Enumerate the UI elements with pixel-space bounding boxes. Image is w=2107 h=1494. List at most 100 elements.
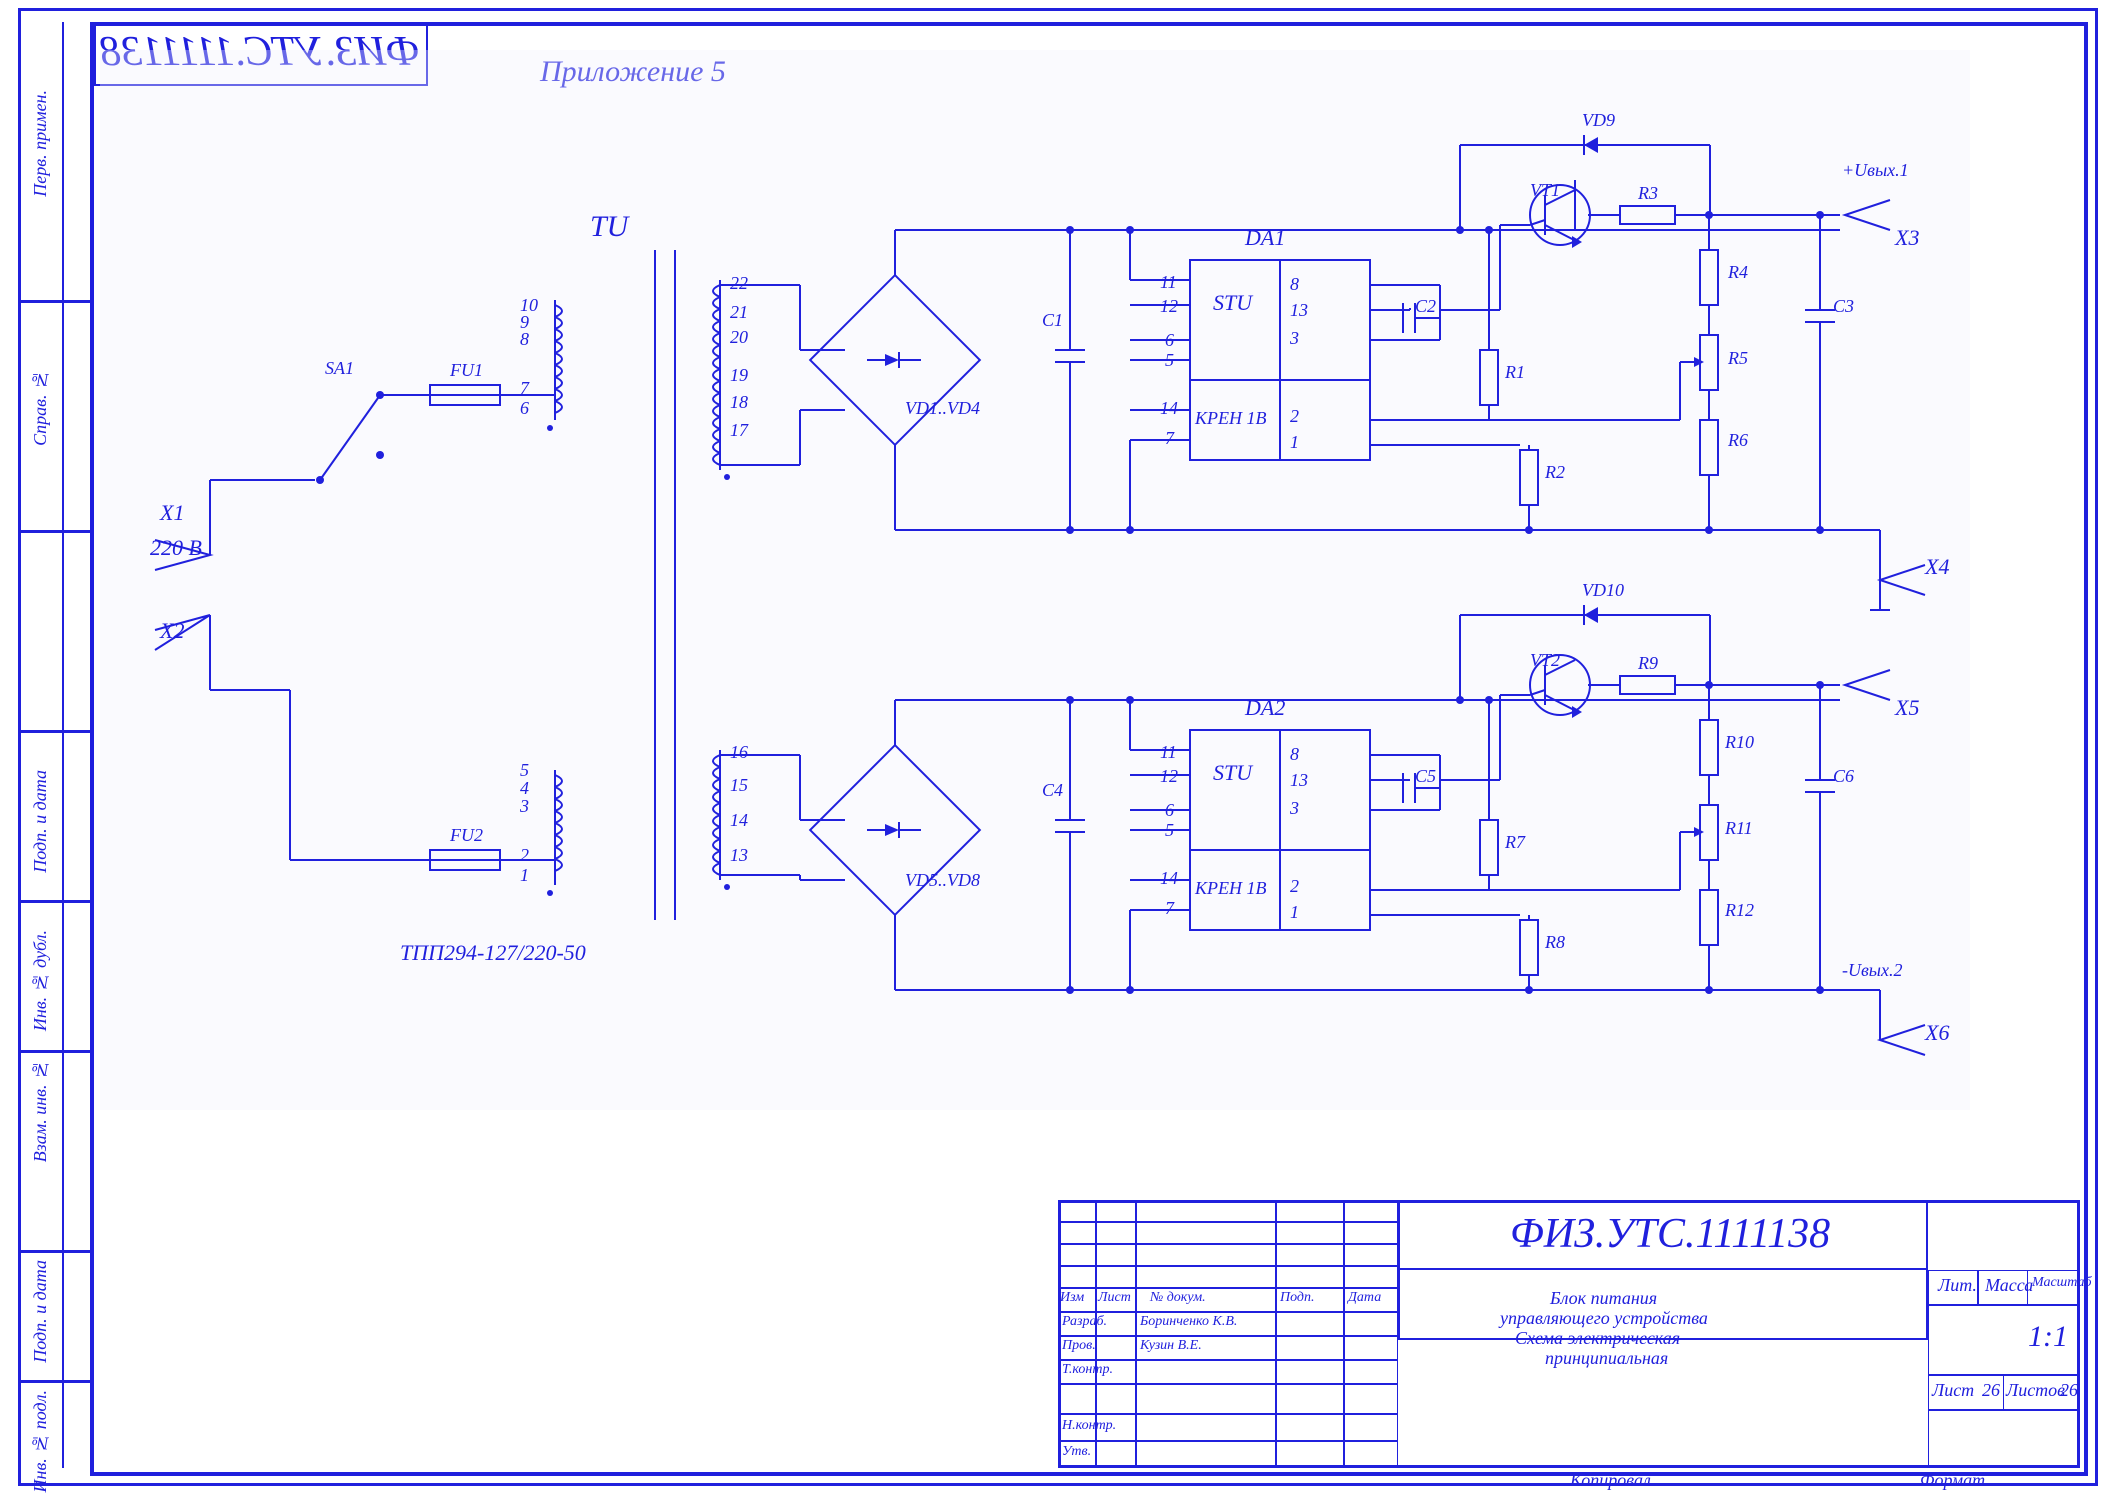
label-r5: R5 xyxy=(1728,348,1748,369)
label-r12: R12 xyxy=(1725,900,1754,921)
label-tu: TU xyxy=(590,210,628,244)
da2-rp3: 2 xyxy=(1290,876,1299,897)
drawing-page: Перв. примен. Справ. № Подп. и дата Инв.… xyxy=(0,0,2107,1494)
label-c4: C4 xyxy=(1042,780,1063,801)
label-uout1: +Uвых.1 xyxy=(1842,160,1909,181)
label-x6: X6 xyxy=(1925,1020,1949,1046)
label-c2: C2 xyxy=(1415,296,1436,317)
label-r8: R8 xyxy=(1545,932,1565,953)
label-vd9: VD9 xyxy=(1582,110,1615,131)
da2-lp5: 7 xyxy=(1165,898,1174,919)
side-sep-1 xyxy=(20,300,90,303)
label-x5: X5 xyxy=(1895,695,1919,721)
tb-listov-n: 26 xyxy=(2060,1380,2078,1401)
da2-rp4: 1 xyxy=(1290,902,1299,923)
label-r9: R9 xyxy=(1638,653,1658,674)
side-label-1: Перв. примен. xyxy=(30,90,51,197)
da1-lp2: 6 xyxy=(1165,330,1174,351)
pin-s17: 17 xyxy=(730,420,748,441)
label-r3: R3 xyxy=(1638,183,1658,204)
label-da2-kren: КРЕН 1В xyxy=(1195,878,1266,899)
label-da1-stu: STU xyxy=(1213,290,1252,316)
label-transf-model: ТПП294-127/220-50 xyxy=(400,940,586,966)
label-x3: X3 xyxy=(1895,225,1919,251)
tb-r4c1: Т.контр. xyxy=(1062,1362,1113,1378)
da2-rp1: 13 xyxy=(1290,770,1308,791)
label-220v: 220 В xyxy=(150,535,202,561)
label-r4: R4 xyxy=(1728,262,1748,283)
da2-rp0: 8 xyxy=(1290,744,1299,765)
tb-r1c2: Лист xyxy=(1098,1290,1131,1306)
pin-p1: 1 xyxy=(520,865,529,886)
tb-scale: 1:1 xyxy=(2028,1320,2068,1354)
side-label-3: Подп. и дата xyxy=(30,770,51,873)
da1-rp0: 8 xyxy=(1290,274,1299,295)
side-label-6: Подп. и дата xyxy=(30,1260,51,1363)
label-c5: C5 xyxy=(1415,766,1436,787)
label-c3: C3 xyxy=(1833,296,1854,317)
label-r2: R2 xyxy=(1545,462,1565,483)
pin-p6: 6 xyxy=(520,398,529,419)
side-label-4: Инв. № дубл. xyxy=(30,930,51,1031)
tb-title1: Блок питания xyxy=(1550,1288,1657,1309)
tb-r1c4: Подп. xyxy=(1280,1290,1315,1306)
tb-r6c1: Утв. xyxy=(1062,1444,1091,1460)
da1-lp3: 5 xyxy=(1165,350,1174,371)
da1-lp5: 7 xyxy=(1165,428,1174,449)
pin-s22: 22 xyxy=(730,273,748,294)
label-vt2: VT2 xyxy=(1530,650,1560,671)
da2-lp2: 6 xyxy=(1165,800,1174,821)
side-sep-7 xyxy=(20,1380,90,1383)
label-r1: R1 xyxy=(1505,362,1525,383)
schematic-svg xyxy=(100,50,1970,1110)
pin-s19: 19 xyxy=(730,365,748,386)
tb-format: Формат xyxy=(1920,1470,1985,1491)
tb-massa: Масса xyxy=(1985,1275,2033,1296)
pin-p7: 7 xyxy=(520,378,529,399)
label-vd5-8: VD5..VD8 xyxy=(905,870,980,891)
label-r6: R6 xyxy=(1728,430,1748,451)
pin-p3: 3 xyxy=(520,796,529,817)
da2-rp2: 3 xyxy=(1290,798,1299,819)
label-x2: X2 xyxy=(160,618,184,644)
da1-rp3: 2 xyxy=(1290,406,1299,427)
da1-rp1: 13 xyxy=(1290,300,1308,321)
pin-s14: 14 xyxy=(730,810,748,831)
tb-r3c3: Кузин В.Е. xyxy=(1140,1338,1202,1354)
label-vd1-4: VD1..VD4 xyxy=(905,398,980,419)
label-x1: X1 xyxy=(160,500,184,526)
side-label-7: Инв. № подл. xyxy=(30,1390,51,1492)
tb-title3: Схема электрическая xyxy=(1515,1328,1680,1349)
da2-lp4: 14 xyxy=(1160,868,1178,889)
pin-p2: 2 xyxy=(520,845,529,866)
tb-list: Лист xyxy=(1932,1380,1974,1401)
side-sep-4 xyxy=(20,900,90,903)
tb-r1c5: Дата xyxy=(1348,1290,1381,1306)
da1-lp4: 14 xyxy=(1160,398,1178,419)
label-x4: X4 xyxy=(1925,554,1949,580)
da1-rp2: 3 xyxy=(1290,328,1299,349)
label-c1: C1 xyxy=(1042,310,1063,331)
tb-r1c1: Изм xyxy=(1060,1290,1084,1306)
side-sep-2 xyxy=(20,530,90,533)
pin-p8: 8 xyxy=(520,329,529,350)
label-c6: C6 xyxy=(1833,766,1854,787)
da1-lp0: 11 xyxy=(1160,272,1177,293)
label-da1: DA1 xyxy=(1245,225,1285,251)
tb-title4: принципиальная xyxy=(1545,1348,1668,1369)
tb-listov: Листов xyxy=(2006,1380,2065,1401)
side-label-2: Справ. № xyxy=(30,370,51,446)
da1-rp4: 1 xyxy=(1290,432,1299,453)
side-label-5: Взам. инв. № xyxy=(30,1060,51,1162)
da2-lp1: 12 xyxy=(1160,766,1178,787)
pin-s13: 13 xyxy=(730,845,748,866)
pin-s18: 18 xyxy=(730,392,748,413)
label-da2: DA2 xyxy=(1245,695,1285,721)
pin-s21: 21 xyxy=(730,302,748,323)
label-sa1: SA1 xyxy=(325,358,354,379)
label-da1-kren: КРЕН 1В xyxy=(1195,408,1266,429)
label-da2-stu: STU xyxy=(1213,760,1252,786)
da2-lp0: 11 xyxy=(1160,742,1177,763)
tb-r1c3: № докум. xyxy=(1150,1290,1206,1306)
label-r7: R7 xyxy=(1505,832,1525,853)
